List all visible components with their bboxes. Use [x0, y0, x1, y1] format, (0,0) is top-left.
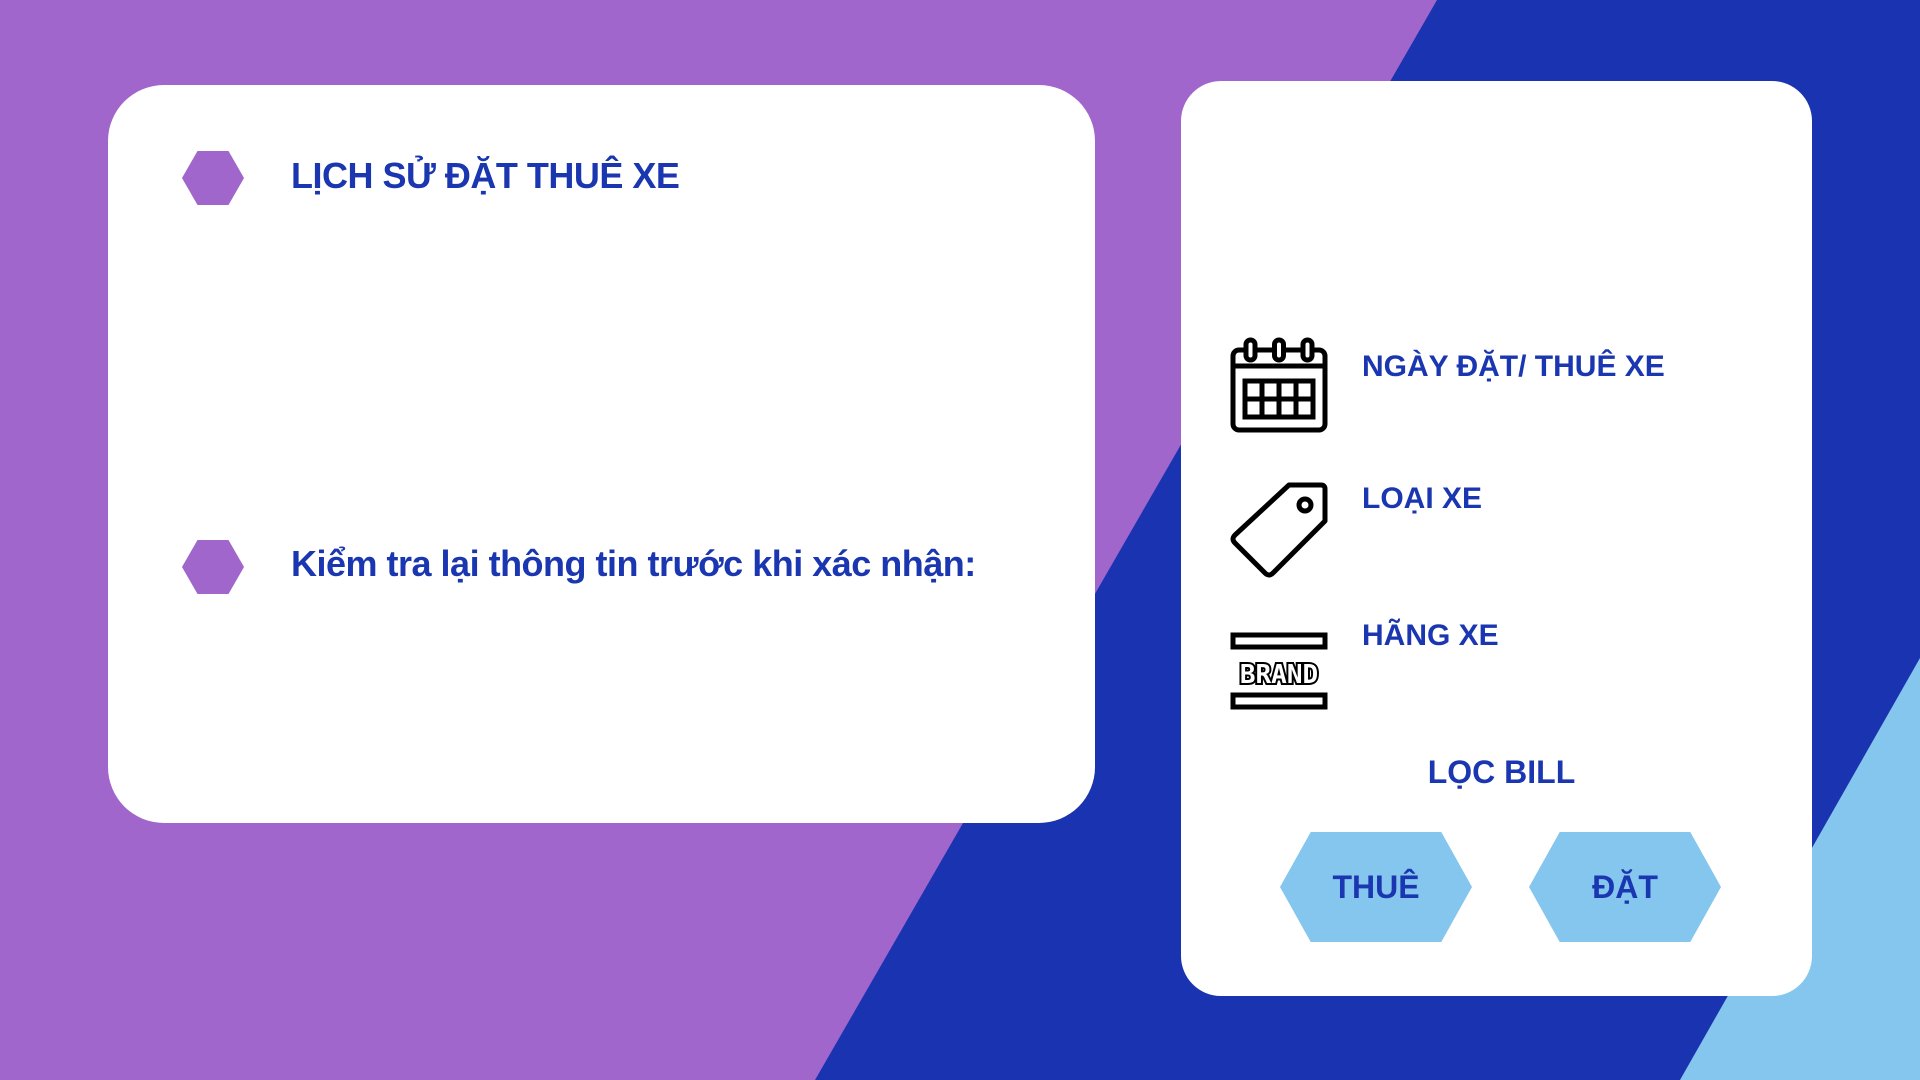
calendar-icon	[1230, 337, 1328, 433]
filter-label-brand: HÃNG XE	[1362, 619, 1499, 652]
history-card: LỊCH SỬ ĐẶT THUÊ XE Kiểm tra lại thông t…	[108, 85, 1095, 823]
filter-card: NGÀY ĐẶT/ THUÊ XE LOẠI XE BRAND HÃNG XE …	[1181, 81, 1812, 996]
hexagon-bullet-icon	[182, 151, 244, 205]
filter-label-date: NGÀY ĐẶT/ THUÊ XE	[1362, 350, 1665, 383]
slide-background: LỊCH SỬ ĐẶT THUÊ XE Kiểm tra lại thông t…	[0, 0, 1920, 1080]
hexagon-bullet-icon	[182, 540, 244, 594]
filter-title: LỌC BILL	[1427, 754, 1576, 790]
confirm-instruction: Kiểm tra lại thông tin trước khi xác nhậ…	[291, 543, 976, 584]
rent-filter-button[interactable]: THUÊ	[1280, 832, 1472, 942]
book-filter-button[interactable]: ĐẶT	[1529, 832, 1721, 942]
page-title: LỊCH SỬ ĐẶT THUÊ XE	[291, 155, 680, 196]
brand-icon: BRAND	[1230, 632, 1328, 710]
brand-icon-text: BRAND	[1240, 660, 1318, 690]
filter-label-type: LOẠI XE	[1362, 482, 1483, 515]
price-tag-icon	[1230, 482, 1328, 578]
